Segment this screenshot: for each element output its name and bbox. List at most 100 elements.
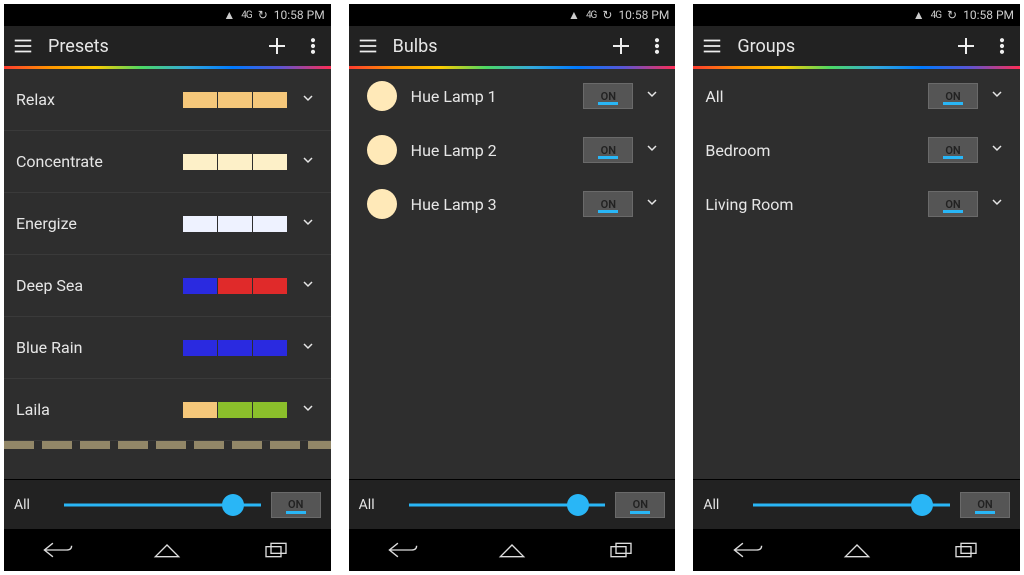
home-button[interactable] (137, 535, 197, 565)
preset-row[interactable]: Blue Rain (4, 317, 331, 379)
brightness-slider[interactable] (409, 491, 606, 519)
brightness-bar: All ON (349, 479, 676, 529)
preset-row[interactable]: Energize (4, 193, 331, 255)
group-row[interactable]: Living Room ON (693, 177, 1020, 231)
menu-icon[interactable] (357, 35, 379, 57)
preset-row[interactable]: Laila (4, 379, 331, 441)
brightness-bar: All ON (4, 479, 331, 529)
list-area: Relax Concentrate Energize Deep Sea Blue… (4, 69, 331, 479)
chevron-down-icon[interactable] (295, 214, 321, 234)
clock: 10:58 PM (274, 8, 325, 22)
preset-row[interactable]: Relax (4, 69, 331, 131)
group-row[interactable]: Bedroom ON (693, 123, 1020, 177)
chevron-down-icon[interactable] (639, 140, 665, 160)
master-power-toggle[interactable]: ON (271, 492, 321, 518)
group-label: All (705, 87, 723, 106)
color-swatch (183, 92, 217, 108)
bulb-row[interactable]: Hue Lamp 1 ON (349, 69, 676, 123)
chevron-down-icon[interactable] (984, 194, 1010, 214)
android-nav-bar (4, 529, 331, 571)
power-toggle[interactable]: ON (928, 191, 978, 217)
chevron-down-icon[interactable] (295, 90, 321, 110)
color-swatch (183, 216, 217, 232)
page-title: Bulbs (393, 36, 438, 57)
chevron-down-icon[interactable] (295, 276, 321, 296)
back-button[interactable] (373, 535, 433, 565)
bulb-label: Hue Lamp 3 (411, 195, 497, 214)
sync-icon: ↻ (258, 8, 268, 22)
brightness-scope-label: All (703, 497, 743, 513)
preset-row[interactable]: Deep Sea (4, 255, 331, 317)
master-power-toggle[interactable]: ON (960, 492, 1010, 518)
status-bar: ▲ 4G ↻ 10:58 PM (693, 4, 1020, 26)
color-swatch (253, 92, 287, 108)
chevron-down-icon[interactable] (295, 152, 321, 172)
add-button[interactable] (609, 34, 633, 58)
brightness-scope-label: All (359, 497, 399, 513)
brightness-bar: All ON (693, 479, 1020, 529)
home-button[interactable] (827, 535, 887, 565)
recents-button[interactable] (936, 535, 996, 565)
group-label: Bedroom (705, 141, 770, 160)
brightness-slider[interactable] (753, 491, 950, 519)
chevron-down-icon[interactable] (984, 140, 1010, 160)
add-button[interactable] (954, 34, 978, 58)
network-indicator: 4G (586, 10, 596, 21)
network-indicator: 4G (931, 10, 941, 21)
status-bar: ▲ 4G ↻ 10:58 PM (4, 4, 331, 26)
overflow-menu-icon[interactable] (303, 36, 323, 56)
add-button[interactable] (265, 34, 289, 58)
menu-icon[interactable] (12, 35, 34, 57)
color-swatch (218, 278, 252, 294)
menu-icon[interactable] (701, 35, 723, 57)
chevron-down-icon[interactable] (295, 338, 321, 358)
wifi-icon: ▲ (913, 8, 925, 22)
page-title: Groups (737, 36, 795, 57)
preset-swatches (183, 402, 287, 418)
action-bar: Bulbs (349, 26, 676, 66)
preset-row[interactable]: Concentrate (4, 131, 331, 193)
color-swatch (183, 154, 217, 170)
back-button[interactable] (718, 535, 778, 565)
android-nav-bar (693, 529, 1020, 571)
recents-button[interactable] (591, 535, 651, 565)
power-toggle[interactable]: ON (583, 191, 633, 217)
list-area: All ON Bedroom ON Living Room ON (693, 69, 1020, 479)
back-button[interactable] (28, 535, 88, 565)
page-title: Presets (48, 36, 109, 57)
bulb-row[interactable]: Hue Lamp 2 ON (349, 123, 676, 177)
chevron-down-icon[interactable] (639, 86, 665, 106)
color-swatch (218, 92, 252, 108)
wifi-icon: ▲ (568, 8, 580, 22)
chevron-down-icon[interactable] (639, 194, 665, 214)
action-bar: Presets (4, 26, 331, 66)
overflow-menu-icon[interactable] (992, 36, 1012, 56)
chevron-down-icon[interactable] (295, 400, 321, 420)
preset-label: Energize (16, 214, 77, 233)
group-row[interactable]: All ON (693, 69, 1020, 123)
master-power-toggle[interactable]: ON (615, 492, 665, 518)
color-swatch (218, 402, 252, 418)
bulb-color-icon (367, 189, 397, 219)
chevron-down-icon[interactable] (984, 86, 1010, 106)
bulb-label: Hue Lamp 1 (411, 87, 497, 106)
power-toggle[interactable]: ON (583, 83, 633, 109)
preset-swatches (183, 154, 287, 170)
home-button[interactable] (482, 535, 542, 565)
clock: 10:58 PM (618, 8, 669, 22)
color-swatch (253, 216, 287, 232)
power-toggle[interactable]: ON (583, 137, 633, 163)
bulb-row[interactable]: Hue Lamp 3 ON (349, 177, 676, 231)
recents-button[interactable] (246, 535, 306, 565)
power-toggle[interactable]: ON (928, 83, 978, 109)
color-swatch (183, 278, 217, 294)
group-label: Living Room (705, 195, 793, 214)
bulb-label: Hue Lamp 2 (411, 141, 497, 160)
network-indicator: 4G (241, 10, 251, 21)
brightness-slider[interactable] (64, 491, 261, 519)
color-swatch (253, 278, 287, 294)
sync-icon: ↻ (947, 8, 957, 22)
overflow-menu-icon[interactable] (647, 36, 667, 56)
preset-label: Laila (16, 400, 50, 419)
power-toggle[interactable]: ON (928, 137, 978, 163)
